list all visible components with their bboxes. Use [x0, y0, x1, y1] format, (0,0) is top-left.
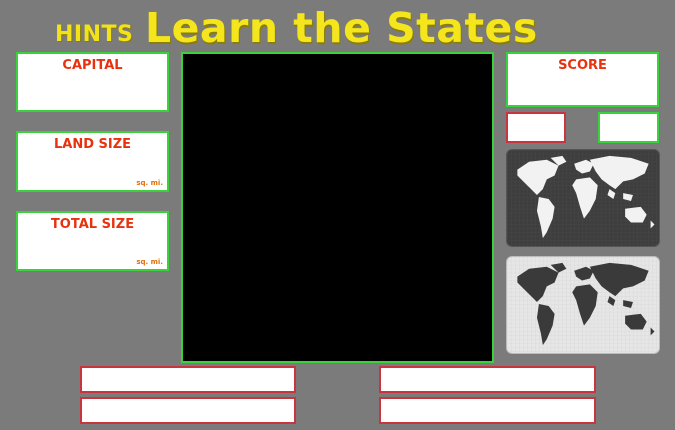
page-title: Learn the States — [145, 4, 538, 52]
land-size-label: LAND SIZE — [53, 137, 132, 152]
hints-label: HINTS — [55, 22, 134, 47]
answer-box-4[interactable] — [379, 397, 596, 424]
world-map-dark-button[interactable] — [506, 149, 660, 247]
land-size-unit: sq. mi. — [136, 179, 163, 187]
score-box: SCORE — [506, 52, 659, 107]
game-screen[interactable] — [181, 52, 494, 363]
world-map-light-icon — [507, 257, 659, 353]
score-field-right — [598, 112, 659, 143]
land-size-box: LAND SIZE sq. mi. — [16, 131, 169, 192]
answer-box-1[interactable] — [80, 366, 296, 393]
world-map-dark-icon — [507, 150, 659, 246]
answer-box-3[interactable] — [379, 366, 596, 393]
world-map-light-button[interactable] — [506, 256, 660, 354]
capital-label: CAPITAL — [62, 58, 123, 73]
score-field-left — [506, 112, 566, 143]
total-size-unit: sq. mi. — [136, 258, 163, 266]
total-size-label: TOTAL SIZE — [50, 217, 135, 232]
capital-box: CAPITAL — [16, 52, 169, 112]
answer-box-2[interactable] — [80, 397, 296, 424]
score-label: SCORE — [558, 58, 607, 73]
total-size-box: TOTAL SIZE sq. mi. — [16, 211, 169, 271]
